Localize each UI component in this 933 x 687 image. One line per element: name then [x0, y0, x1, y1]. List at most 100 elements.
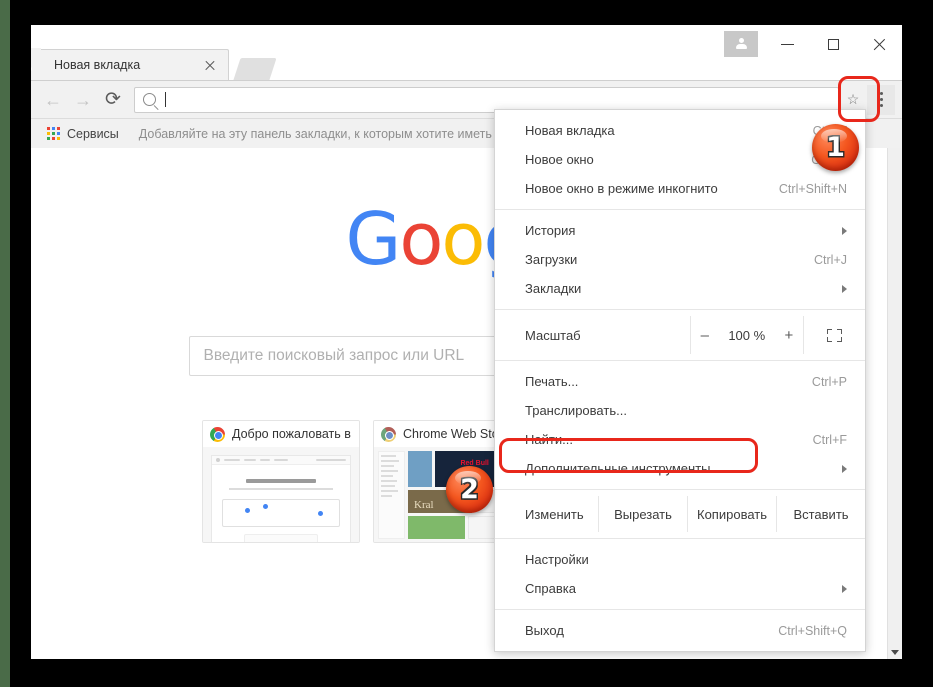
logo-letter-o1: o	[399, 197, 441, 281]
menu-item-history[interactable]: История	[495, 216, 865, 245]
forward-button[interactable]: →	[68, 85, 98, 115]
tile-welcome-to-chrome[interactable]: Добро пожаловать в	[202, 420, 360, 543]
apps-grid-icon	[47, 127, 60, 140]
new-tab-button[interactable]	[233, 58, 276, 80]
maximize-icon	[828, 39, 839, 50]
menu-item-label: Транслировать...	[525, 403, 847, 418]
zoom-out-button[interactable]: –	[701, 327, 709, 344]
menu-row-edit: Изменить Вырезать Копировать Вставить	[495, 496, 865, 532]
arrow-left-icon: ←	[44, 91, 62, 109]
menu-item-label: Печать...	[525, 374, 812, 389]
scroll-down-arrow-icon[interactable]	[891, 650, 899, 655]
tab-close-icon[interactable]	[200, 55, 220, 75]
reload-icon: ⟳	[105, 90, 121, 109]
menu-item-label: Новая вкладка	[525, 123, 813, 138]
minimize-button[interactable]	[764, 29, 810, 59]
menu-item-label: Загрузки	[525, 252, 814, 267]
menu-item-new-tab[interactable]: Новая вкладка Ctrl+T	[495, 116, 865, 145]
reload-button[interactable]: ⟳	[98, 85, 128, 115]
menu-separator	[495, 538, 865, 539]
text-caret	[165, 92, 166, 107]
menu-item-cast[interactable]: Транслировать...	[495, 396, 865, 425]
menu-item-exit[interactable]: Выход Ctrl+Shift+Q	[495, 616, 865, 645]
annotation-badge-2: 2	[446, 466, 493, 513]
tab-title: Новая вкладка	[40, 58, 200, 72]
profile-avatar-button[interactable]	[724, 31, 758, 57]
chrome-main-menu: Новая вкладка Ctrl+T Новое окно Ctrl+N Н…	[494, 109, 866, 652]
edit-cut-button[interactable]: Вырезать	[598, 496, 687, 532]
browser-tab[interactable]: Новая вкладка	[39, 49, 229, 80]
menu-item-new-window[interactable]: Новое окно Ctrl+N	[495, 145, 865, 174]
menu-item-help[interactable]: Справка	[495, 574, 865, 603]
menu-row-zoom: Масштаб – 100 % +	[495, 316, 865, 354]
menu-item-more-tools[interactable]: Дополнительные инструменты	[495, 454, 865, 483]
tile-header: Добро пожаловать в	[203, 421, 359, 447]
menu-separator	[495, 609, 865, 610]
menu-item-shortcut: Ctrl+Shift+N	[779, 182, 847, 196]
mock-sidebar	[378, 451, 405, 539]
menu-item-shortcut: Ctrl+F	[813, 433, 847, 447]
ntp-search-placeholder: Введите поисковый запрос или URL	[204, 347, 465, 365]
zoom-controls: – 100 % +	[690, 316, 803, 354]
chevron-right-icon	[842, 465, 847, 473]
tab-left-curve	[31, 48, 41, 80]
mock-toolbar	[212, 456, 350, 465]
tile-thumbnail	[203, 447, 359, 543]
close-window-button[interactable]	[856, 29, 902, 59]
maximize-button[interactable]	[810, 29, 856, 59]
chevron-right-icon	[842, 585, 847, 593]
menu-item-bookmarks[interactable]: Закладки	[495, 274, 865, 303]
search-icon	[143, 93, 156, 106]
logo-letter-o2: o	[441, 197, 483, 281]
menu-item-settings[interactable]: Настройки	[495, 545, 865, 574]
edit-paste-button[interactable]: Вставить	[776, 496, 865, 532]
menu-item-label: Настройки	[525, 552, 847, 567]
bookmarks-hint-text: Добавляйте на эту панель закладки, к кот…	[139, 127, 531, 141]
menu-separator	[495, 489, 865, 490]
three-dots-menu-icon	[880, 92, 883, 95]
zoom-in-button[interactable]: +	[785, 327, 794, 344]
chrome-webstore-icon	[381, 427, 396, 442]
menu-item-downloads[interactable]: Загрузки Ctrl+J	[495, 245, 865, 274]
tab-strip: Новая вкладка	[31, 25, 902, 80]
menu-separator	[495, 360, 865, 361]
desktop-background-edge	[0, 0, 10, 687]
close-icon	[872, 37, 887, 52]
menu-item-print[interactable]: Печать... Ctrl+P	[495, 367, 865, 396]
chrome-browser-window: Новая вкладка ← → ⟳ ☆	[31, 25, 902, 659]
chevron-right-icon	[842, 227, 847, 235]
edit-copy-button[interactable]: Копировать	[687, 496, 776, 532]
mock-footer-button	[244, 534, 318, 543]
menu-item-new-incognito-window[interactable]: Новое окно в режиме инкогнито Ctrl+Shift…	[495, 174, 865, 203]
page-scrollbar[interactable]	[887, 148, 902, 659]
menu-item-label: Найти...	[525, 432, 813, 447]
menu-item-label: История	[525, 223, 842, 238]
window-controls	[724, 25, 902, 63]
menu-item-label: Выход	[525, 623, 778, 638]
three-dots-menu-button[interactable]	[867, 85, 895, 115]
mock-steps-box	[222, 499, 340, 527]
fullscreen-button[interactable]	[803, 316, 865, 354]
arrow-right-icon: →	[74, 91, 92, 109]
back-button[interactable]: ←	[38, 85, 68, 115]
zoom-value: 100 %	[728, 328, 765, 343]
star-icon: ☆	[847, 91, 860, 108]
edit-label: Изменить	[495, 496, 598, 532]
menu-item-shortcut: Ctrl+Shift+Q	[778, 624, 847, 638]
thumbnail-mock-welcome	[211, 455, 351, 543]
menu-separator	[495, 209, 865, 210]
mock-subtitle	[229, 488, 333, 490]
menu-separator	[495, 309, 865, 310]
minimize-icon	[781, 44, 794, 45]
tile-title: Добро пожаловать в	[232, 427, 351, 441]
bookmark-item-apps[interactable]: Сервисы	[41, 124, 125, 144]
zoom-label: Масштаб	[495, 316, 690, 354]
menu-item-shortcut: Ctrl+P	[812, 375, 847, 389]
chrome-icon	[210, 427, 225, 442]
bookmark-apps-label: Сервисы	[67, 127, 119, 141]
menu-item-find[interactable]: Найти... Ctrl+F	[495, 425, 865, 454]
menu-item-label: Справка	[525, 581, 842, 596]
menu-item-label: Закладки	[525, 281, 842, 296]
logo-letter-g: G	[346, 197, 400, 281]
menu-item-label: Новое окно в режиме инкогнито	[525, 181, 779, 196]
